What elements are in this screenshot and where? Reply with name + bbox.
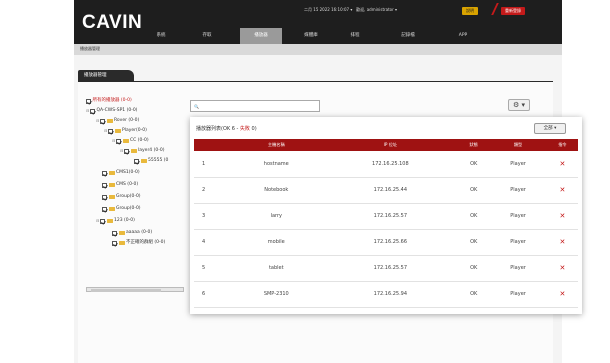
- checkbox-icon[interactable]: [102, 194, 107, 200]
- table-row[interactable]: 1 hostname 172.16.25.108 OK Player ✕: [194, 151, 578, 178]
- player-table: 主機名稱 IP 位址 狀態 類型 指令 1 hostname 172.16.25…: [194, 139, 578, 308]
- table-row[interactable]: 4 mobile 172.16.25.66 OK Player ✕: [194, 229, 578, 256]
- table-header-row: 主機名稱 IP 位址 狀態 類型 指令: [194, 139, 578, 151]
- nav-access[interactable]: 存取: [188, 28, 226, 44]
- settings-dropdown-button[interactable]: ⚙ ▾: [508, 99, 530, 111]
- folder-icon: [122, 139, 129, 143]
- tree-item[interactable]: ⊟ QA-CWS-SP1 (0-0): [86, 106, 137, 116]
- panel-title: 播放器列表(OK 6 - 失敗 0): [196, 126, 257, 132]
- nav-player[interactable]: 播放器: [240, 28, 282, 44]
- folder-icon: [106, 119, 113, 123]
- checkbox-icon[interactable]: [90, 108, 95, 114]
- folder-icon: [106, 219, 113, 223]
- tree-item[interactable]: 55555 (0: [134, 156, 168, 166]
- col-type[interactable]: 類型: [489, 139, 547, 151]
- checkbox-icon[interactable]: [102, 170, 107, 176]
- folder-icon: [108, 183, 115, 187]
- table-row[interactable]: 6 SMP-2310 172.16.25.94 OK Player ✕: [194, 281, 578, 308]
- tree-scrollbar[interactable]: [86, 287, 184, 292]
- checkbox-icon[interactable]: [116, 138, 121, 144]
- tree-item[interactable]: ⊟ CC (0-0): [112, 136, 149, 146]
- delete-icon[interactable]: ✕: [546, 177, 578, 204]
- tree-item[interactable]: 所有的播放器 (0-0): [86, 96, 132, 106]
- checkbox-icon[interactable]: [86, 98, 91, 104]
- tree-item[interactable]: ⊟ Rover (0-0): [96, 116, 139, 126]
- folder-icon: [108, 207, 115, 211]
- checkbox-icon[interactable]: [100, 218, 105, 224]
- offline-count-label: 失敗: [239, 126, 250, 132]
- checkbox-icon[interactable]: [108, 128, 113, 134]
- section-title: 播放器管理: [78, 70, 134, 81]
- tree-item[interactable]: ⊟ layer4 (0-0): [120, 146, 164, 156]
- player-list-panel: 播放器列表(OK 6 - 失敗 0) 全部 ▾ 主機名稱 IP 位址 狀態 類型…: [190, 117, 582, 314]
- app-header: CAVIN 二月 15 2022 16:10:07 ▾ 歡迎, administ…: [74, 0, 562, 44]
- tree-item[interactable]: ⊟ 123 (0-0): [96, 216, 135, 226]
- col-status[interactable]: 狀態: [458, 139, 490, 151]
- tree-item[interactable]: aaaaa (0-0): [112, 228, 152, 238]
- tree-item[interactable]: Group(0-0): [102, 192, 141, 202]
- tree-item[interactable]: 不正確的群組 (0-0): [112, 238, 165, 248]
- col-ip[interactable]: IP 位址: [322, 139, 459, 151]
- folder-icon: [114, 129, 121, 133]
- checkbox-icon[interactable]: [102, 182, 107, 188]
- table-row[interactable]: 3 larry 172.16.25.57 OK Player ✕: [194, 203, 578, 230]
- folder-icon: [108, 195, 115, 199]
- col-command: 指令: [546, 139, 578, 151]
- search-input[interactable]: 🔍: [190, 100, 320, 112]
- folder-icon: [130, 149, 137, 153]
- tree-item[interactable]: CMS1(0-0): [102, 168, 140, 178]
- checkbox-icon[interactable]: [102, 206, 107, 212]
- header-status: 二月 15 2022 16:10:07 ▾ 歡迎, administrator …: [304, 7, 397, 13]
- nav-schedule[interactable]: 排程: [336, 28, 374, 44]
- table-row[interactable]: 5 tablet 172.16.25.57 OK Player ✕: [194, 255, 578, 282]
- nav-app[interactable]: APP: [444, 28, 482, 44]
- folder-icon: [140, 159, 147, 163]
- checkbox-icon[interactable]: [124, 148, 129, 154]
- nav-logs[interactable]: 記錄檔: [388, 28, 428, 44]
- folder-icon: [118, 241, 125, 245]
- folder-icon: [108, 171, 115, 175]
- user-menu[interactable]: 歡迎, administrator ▾: [356, 7, 397, 12]
- player-tree: 所有的播放器 (0-0) ⊟ QA-CWS-SP1 (0-0) ⊟ Rover …: [84, 96, 188, 291]
- datetime-text[interactable]: 二月 15 2022 16:10:07 ▾: [304, 7, 352, 12]
- col-hostname[interactable]: 主機名稱: [230, 139, 323, 151]
- delete-icon[interactable]: ✕: [546, 229, 578, 256]
- tree-item[interactable]: ⊟ Player(0-0): [104, 126, 147, 136]
- breadcrumb-text[interactable]: 播放器管理: [80, 46, 100, 52]
- nav-media[interactable]: 媒體庫: [292, 28, 330, 44]
- tree-item[interactable]: CMS (0-0): [102, 180, 138, 190]
- checkbox-icon[interactable]: [100, 118, 105, 124]
- relogin-button[interactable]: 重新登錄: [501, 7, 525, 15]
- col-index: [194, 139, 230, 151]
- main-nav: 系統 存取 播放器 媒體庫 排程 記錄檔 APP: [74, 28, 562, 44]
- tree-item[interactable]: Group(0-0): [102, 204, 141, 214]
- checkbox-icon[interactable]: [134, 158, 139, 164]
- help-button[interactable]: 說明: [462, 7, 478, 15]
- scrollbar-thumb[interactable]: [91, 288, 161, 292]
- nav-system[interactable]: 系統: [142, 28, 180, 44]
- checkbox-icon[interactable]: [112, 240, 117, 246]
- delete-icon[interactable]: ✕: [546, 151, 578, 178]
- checkbox-icon[interactable]: [112, 230, 117, 236]
- delete-icon[interactable]: ✕: [546, 255, 578, 282]
- table-row[interactable]: 2 Notebook 172.16.25.44 OK Player ✕: [194, 177, 578, 204]
- delete-icon[interactable]: ✕: [546, 281, 578, 308]
- filter-all-button[interactable]: 全部 ▾: [534, 123, 566, 134]
- delete-icon[interactable]: ✕: [546, 203, 578, 230]
- folder-icon: [118, 231, 125, 235]
- breadcrumb: 播放器管理: [74, 44, 562, 55]
